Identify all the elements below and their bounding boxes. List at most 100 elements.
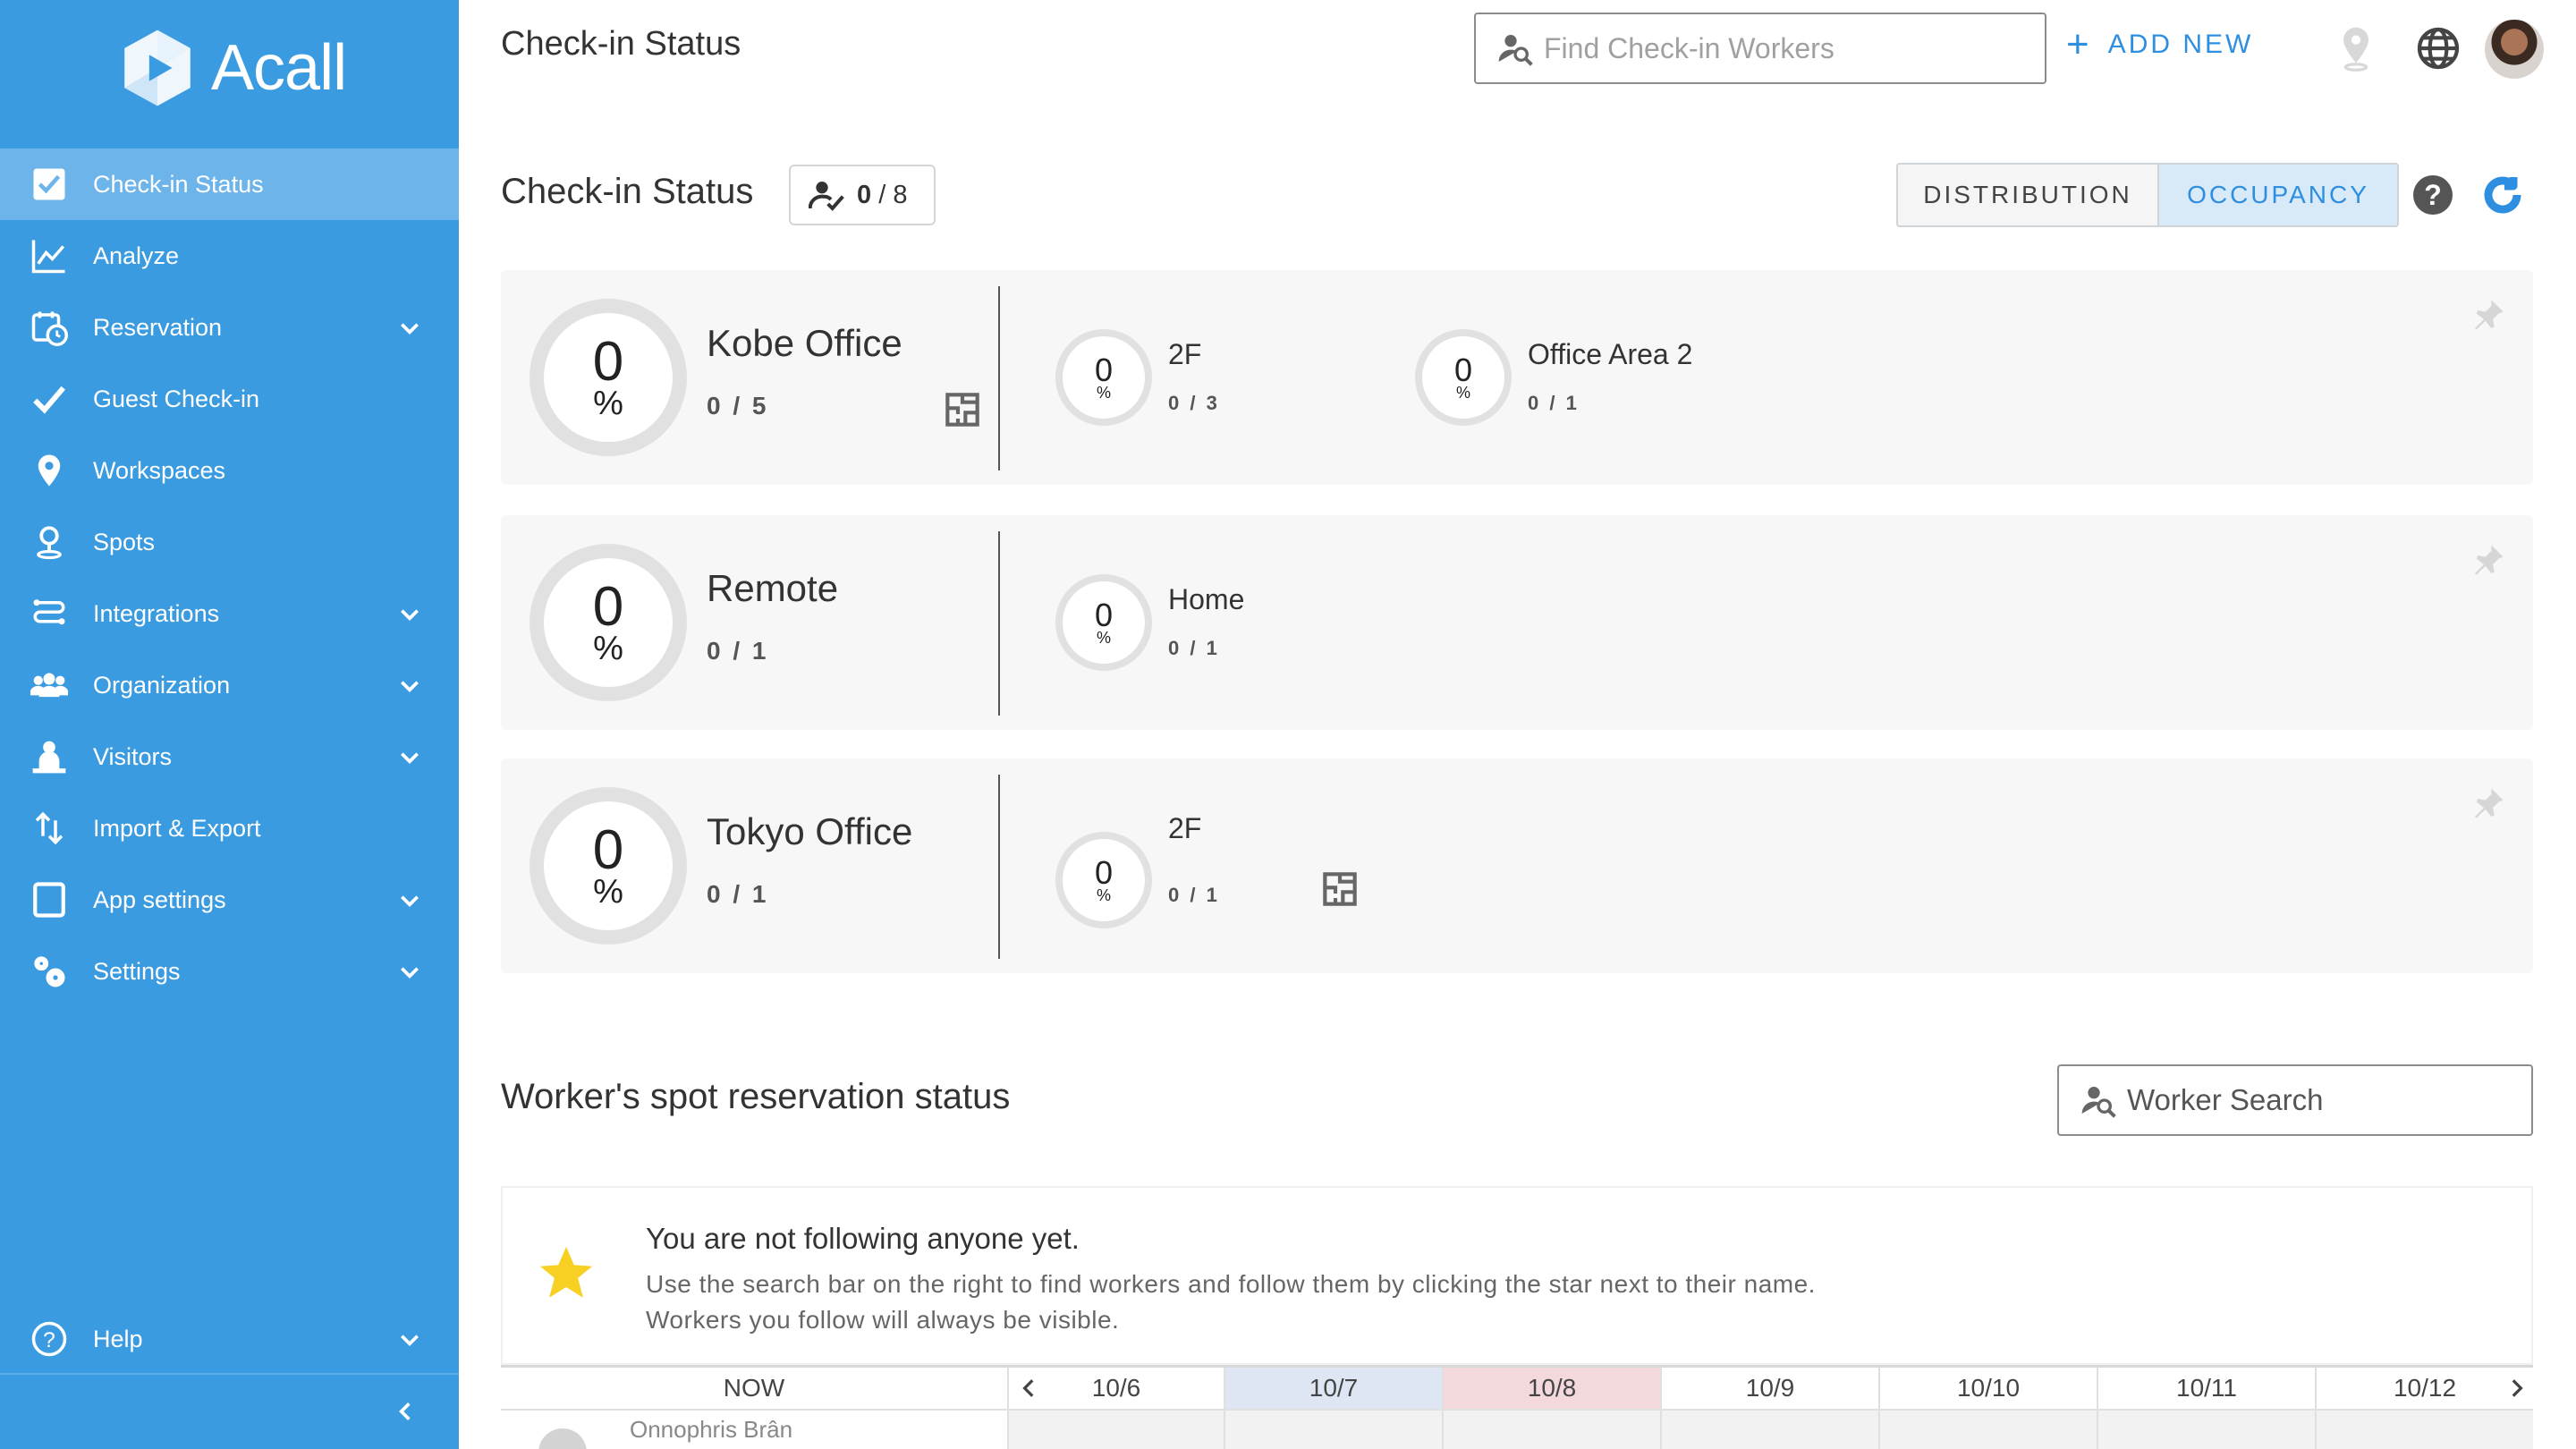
sidebar-item-import-export[interactable]: Import & Export [0,792,459,864]
date-column-header[interactable]: 10/10 [1880,1368,2098,1409]
day-cell[interactable] [1444,1411,1662,1449]
worker-search-input[interactable] [2127,1083,2521,1117]
date-column-header[interactable]: 10/7 [1225,1368,1444,1409]
avatar [538,1428,587,1449]
sidebar-item-settings[interactable]: Settings [0,936,459,1007]
sidebar-divider [0,1373,459,1375]
sidebar-item-label: Integrations [93,599,220,627]
location-name: Kobe Office [707,322,902,364]
day-cell[interactable] [2317,1411,2533,1449]
line-chart-icon [29,235,70,276]
day-cell[interactable] [1880,1411,2098,1449]
sidebar-item-spots[interactable]: Spots [0,506,459,578]
sublocation-name: Home [1168,583,1245,615]
day-cell[interactable] [1662,1411,1880,1449]
chevron-right-icon[interactable] [2504,1377,2528,1400]
sidebar-item-help[interactable]: ? Help [0,1303,459,1375]
visitor-icon [29,736,70,777]
chevron-left-icon[interactable] [1018,1377,1041,1400]
location-pin-icon[interactable] [2331,23,2381,73]
user-search-icon [2081,1087,2116,1118]
sidebar-item-label: Guest Check-in [93,385,260,412]
sub-occupancy-ring: 0 % [1415,329,1512,426]
pin-icon[interactable] [2470,542,2506,578]
sidebar-item-label: Visitors [93,742,173,770]
table-row[interactable]: Onnophris Brân [501,1409,2533,1449]
sub-occupancy-ring: 0 % [1055,832,1152,928]
location-card-tokyo-office[interactable]: 0 % Tokyo Office 0 / 1 0 % 2F 0 / 1 [501,758,2533,973]
date-label: 10/7 [1309,1374,1359,1402]
globe-icon[interactable] [2413,23,2463,73]
occupancy-percent: 0 [592,331,624,393]
percent-sign: % [593,873,623,911]
sidebar-item-label: Organization [93,671,231,699]
percent-sign: % [593,385,623,422]
logo-text: Acall [211,32,347,104]
date-label: 10/11 [2176,1374,2237,1402]
sidebar-item-workspaces[interactable]: Workspaces [0,435,459,506]
help-icon[interactable]: ? [2413,175,2453,215]
sidebar-item-label: Check-in Status [93,170,264,198]
sidebar-item-analyze[interactable]: Analyze [0,220,459,292]
occupancy-ring: 0 % [530,544,687,701]
now-column-header: NOW [501,1368,1009,1409]
sub-occupancy-percent: 0 [1094,352,1114,388]
tab-distribution[interactable]: DISTRIBUTION [1898,165,2159,225]
location-count: 0 / 5 [707,392,769,419]
user-avatar[interactable] [2485,20,2544,79]
tab-occupancy[interactable]: OCCUPANCY [2159,165,2397,225]
day-cell[interactable] [2098,1411,2317,1449]
sidebar-item-guest-check-in[interactable]: Guest Check-in [0,363,459,435]
chevron-down-icon[interactable] [398,317,421,340]
floorplan-icon[interactable] [1322,871,1358,907]
date-column-header[interactable]: 10/12 [2317,1368,2533,1409]
worker-search[interactable] [2057,1064,2533,1136]
sublocation-count: 0 / 1 [1168,637,1220,659]
date-column-header[interactable]: 10/9 [1662,1368,1880,1409]
chevron-down-icon[interactable] [398,889,421,912]
add-new-button[interactable]: + ADD NEW [2066,25,2253,64]
find-workers-search[interactable] [1474,13,2046,84]
occupancy-ring: 0 % [530,787,687,945]
date-column-header[interactable]: 10/6 [1009,1368,1225,1409]
date-column-header[interactable]: 10/11 [2098,1368,2317,1409]
sidebar-item-reservation[interactable]: Reservation [0,292,459,363]
chevron-down-icon[interactable] [398,1328,421,1352]
refresh-icon[interactable] [2481,174,2524,216]
location-count: 0 / 1 [707,880,769,908]
chevron-down-icon[interactable] [398,961,421,984]
check-in-count: 0 [857,180,872,209]
find-workers-input[interactable] [1544,31,2027,65]
percent-sign: % [1096,629,1111,647]
acall-logo[interactable]: Acall [116,25,347,111]
chevron-down-icon[interactable] [398,674,421,698]
date-column-header[interactable]: 10/8 [1444,1368,1662,1409]
sidebar-item-integrations[interactable]: Integrations [0,578,459,649]
occupancy-percent: 0 [592,576,624,638]
sidebar-item-organization[interactable]: Organization [0,649,459,721]
sidebar-item-label: Reservation [93,313,223,341]
tablet-icon [29,879,70,920]
occupancy-percent: 0 [592,819,624,881]
checkbox-icon [29,164,70,205]
day-cell[interactable] [1009,1411,1225,1449]
day-cell[interactable] [1225,1411,1444,1449]
chevron-down-icon[interactable] [398,603,421,626]
sidebar-item-check-in-status[interactable]: Check-in Status [0,148,459,220]
sidebar-item-label: Workspaces [93,456,226,484]
floorplan-icon[interactable] [945,392,980,428]
pin-icon[interactable] [2470,297,2506,333]
sidebar-item-label: Help [93,1325,143,1352]
sidebar-item-app-settings[interactable]: App settings [0,864,459,936]
sidebar-item-label: Import & Export [93,814,261,842]
pin-icon[interactable] [2470,785,2506,821]
sidebar-nav: Check-in Status Analyze Reservation Gues… [0,148,459,1007]
sidebar-item-visitors[interactable]: Visitors [0,721,459,792]
location-card-kobe-office[interactable]: 0 % Kobe Office 0 / 5 0 % 2F 0 / 3 0 % O… [501,270,2533,485]
sidebar-item-label: Spots [93,528,156,555]
calendar-header: NOW 10/6 10/7 10/8 10/9 10/10 10/11 10/1… [501,1368,2533,1409]
chevron-down-icon[interactable] [398,746,421,769]
checkmark-icon [29,378,70,419]
collapse-sidebar-icon[interactable] [394,1395,417,1428]
location-card-remote[interactable]: 0 % Remote 0 / 1 0 % Home 0 / 1 [501,515,2533,730]
